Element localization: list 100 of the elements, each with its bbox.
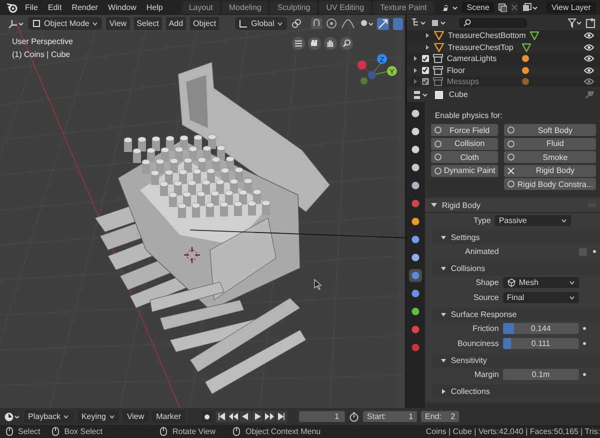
- editor-type-icon[interactable]: [412, 90, 429, 100]
- previous-keyframe-button[interactable]: [228, 411, 240, 422]
- number-field[interactable]: 0.1m: [502, 369, 579, 380]
- checkbox[interactable]: [579, 248, 587, 256]
- slider[interactable]: 0.144: [502, 323, 579, 334]
- menu-item[interactable]: Help: [143, 3, 166, 12]
- workspace-tab[interactable]: Modeling: [222, 1, 268, 14]
- next-keyframe-button[interactable]: [264, 411, 276, 422]
- dropdown[interactable]: Passive: [494, 215, 571, 226]
- blender-logo-icon[interactable]: [6, 2, 18, 13]
- physics-button[interactable]: Force Field: [430, 124, 498, 136]
- eye-icon[interactable]: [584, 32, 594, 40]
- new-collection-icon[interactable]: [586, 18, 596, 28]
- outliner-item[interactable]: TreasureChestTop: [448, 42, 518, 52]
- physics-button[interactable]: Soft Body: [504, 124, 596, 136]
- jump-end-button[interactable]: [276, 411, 288, 422]
- scene-icon[interactable]: [442, 2, 458, 12]
- physics-button[interactable]: Cloth: [430, 151, 498, 163]
- outliner-item[interactable]: Messups: [446, 77, 517, 86]
- physics-button[interactable]: Rigid Body Constra...: [504, 178, 596, 190]
- search-field[interactable]: [458, 18, 527, 28]
- outliner-item[interactable]: CameraLights: [446, 54, 517, 64]
- physics-button[interactable]: Rigid Body: [504, 164, 596, 176]
- menu-item[interactable]: Marker: [152, 410, 186, 423]
- eye-icon[interactable]: [584, 66, 594, 74]
- menu-item[interactable]: Edit: [44, 3, 65, 12]
- view-layer-icon[interactable]: [522, 2, 538, 12]
- visibility-icon[interactable]: [359, 18, 374, 28]
- play-reverse-button[interactable]: [240, 411, 252, 422]
- zoom-icon[interactable]: [340, 37, 353, 50]
- grid-view-icon[interactable]: [292, 37, 305, 50]
- expand-arrow-icon[interactable]: [412, 68, 418, 73]
- physics-button[interactable]: Dynamic Paint: [430, 164, 498, 176]
- editor-type-icon[interactable]: [8, 18, 24, 28]
- menu-item[interactable]: View: [106, 17, 130, 30]
- subpanel-title[interactable]: Sensitivity: [450, 356, 487, 365]
- view-layer-field[interactable]: View Layer: [546, 2, 596, 13]
- start-frame-field[interactable]: Start: 1: [363, 411, 418, 422]
- proportional-edit-icon[interactable]: [326, 18, 338, 29]
- falloff-icon[interactable]: [341, 18, 356, 28]
- hand-icon[interactable]: [324, 37, 337, 50]
- mode-dropdown[interactable]: Object Mode: [28, 17, 102, 30]
- pin-icon[interactable]: [585, 90, 594, 99]
- menu-item[interactable]: Object: [190, 17, 220, 30]
- dropdown[interactable]: Final: [502, 292, 579, 303]
- slider[interactable]: 0.111: [502, 338, 579, 349]
- camera-icon[interactable]: [308, 37, 321, 50]
- orientation-dropdown[interactable]: Global: [235, 17, 288, 30]
- collapse-arrow-icon[interactable]: [440, 358, 446, 363]
- menu-item[interactable]: Window: [104, 3, 140, 12]
- current-frame-field[interactable]: 1: [299, 411, 346, 422]
- menu-item[interactable]: Select: [134, 17, 162, 30]
- play-button[interactable]: [252, 411, 264, 422]
- record-button[interactable]: [201, 411, 212, 422]
- checkbox[interactable]: [422, 78, 429, 86]
- 3d-cursor-icon[interactable]: [184, 247, 200, 263]
- checkbox[interactable]: [422, 55, 429, 62]
- collapse-arrow-icon[interactable]: [440, 312, 446, 317]
- menu-item[interactable]: Render: [68, 3, 101, 12]
- menu-item[interactable]: File: [22, 3, 41, 12]
- expand-arrow-icon[interactable]: [424, 44, 430, 50]
- collapse-arrow-icon[interactable]: [440, 266, 446, 271]
- subpanel-title[interactable]: Collections: [450, 387, 490, 396]
- display-mode-icon[interactable]: [410, 18, 427, 28]
- scene-field[interactable]: Scene: [462, 2, 494, 13]
- workspace-tab[interactable]: Layout: [182, 1, 220, 14]
- collapse-arrow-icon[interactable]: [440, 389, 446, 394]
- subpanel-title[interactable]: Collisions: [450, 264, 486, 273]
- checkbox[interactable]: [422, 66, 429, 74]
- subpanel-title[interactable]: Settings: [450, 233, 480, 242]
- menu-item[interactable]: Add: [166, 17, 186, 30]
- physics-button[interactable]: Smoke: [504, 151, 596, 163]
- outliner-item[interactable]: Floor: [446, 66, 517, 75]
- menu-item[interactable]: Keying: [77, 410, 119, 423]
- outliner-item[interactable]: TreasureChestBottom: [448, 31, 526, 40]
- keyframe-dot-icon[interactable]: [582, 342, 586, 345]
- snap-icon[interactable]: [311, 18, 322, 29]
- stopwatch-icon[interactable]: [349, 412, 360, 422]
- gizmo-icon[interactable]: [377, 18, 390, 30]
- eye-icon[interactable]: [584, 55, 594, 62]
- menu-item[interactable]: View: [122, 410, 148, 423]
- dropdown[interactable]: Mesh: [502, 277, 579, 288]
- menu-item[interactable]: Playback: [24, 410, 74, 423]
- filter-icon[interactable]: [568, 18, 582, 28]
- eye-icon[interactable]: [584, 44, 594, 51]
- workspace-tab[interactable]: Sculpting: [270, 1, 318, 14]
- collapse-arrow-icon[interactable]: [430, 202, 437, 208]
- end-frame-field[interactable]: End: 2: [421, 411, 460, 422]
- filter-collections-icon[interactable]: [430, 18, 447, 28]
- collapse-arrow-icon[interactable]: [440, 235, 446, 240]
- keyframe-dot-icon[interactable]: [582, 373, 586, 376]
- expand-arrow-icon[interactable]: [424, 33, 430, 38]
- keyframe-dot-icon[interactable]: [593, 250, 596, 253]
- panel-title[interactable]: Rigid Body: [442, 200, 481, 210]
- physics-button[interactable]: Fluid: [504, 138, 596, 150]
- eye-icon[interactable]: [584, 78, 594, 86]
- expand-arrow-icon[interactable]: [412, 79, 418, 84]
- copy-icon[interactable]: [498, 3, 508, 12]
- keyframe-dot-icon[interactable]: [582, 327, 586, 330]
- properties-tab[interactable]: [409, 269, 422, 282]
